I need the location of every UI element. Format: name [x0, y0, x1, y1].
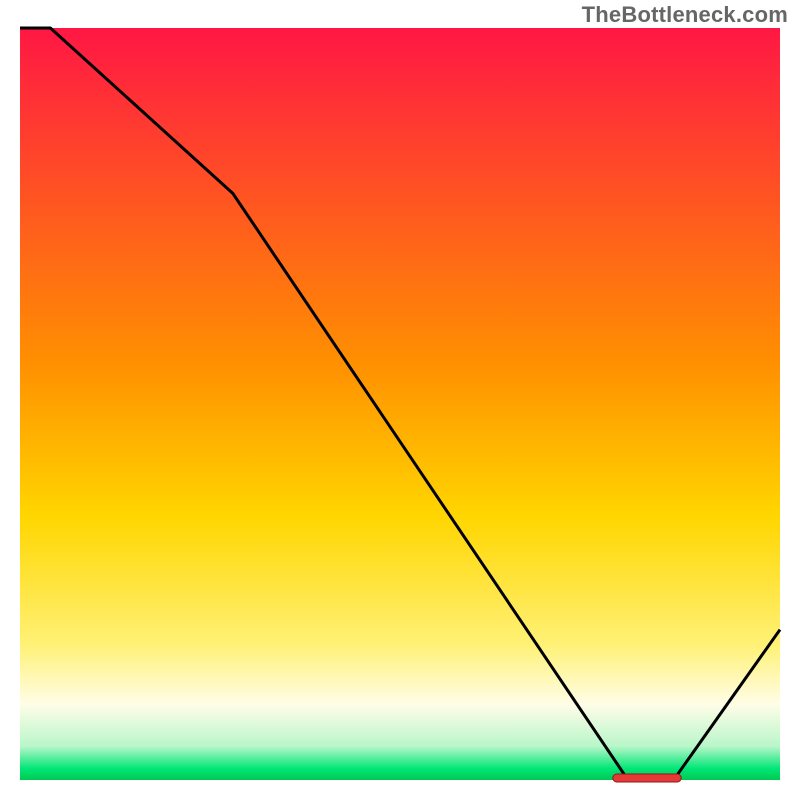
chart-container: TheBottleneck.com	[0, 0, 800, 800]
bottleneck-chart	[0, 0, 800, 800]
optimal-range-marker	[613, 774, 681, 782]
plot-background	[20, 28, 780, 780]
